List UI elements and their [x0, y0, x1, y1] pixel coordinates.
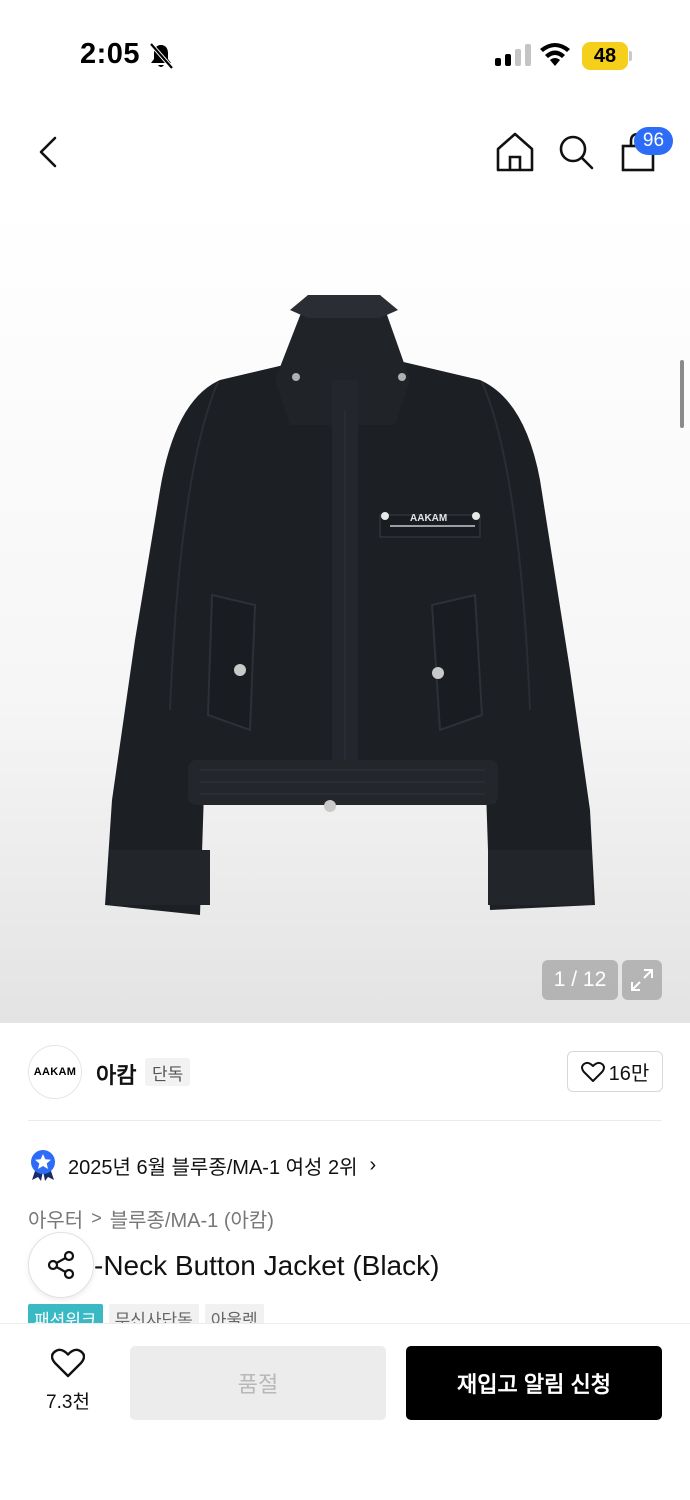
search-icon: [559, 135, 594, 170]
product-image[interactable]: AAKAM: [100, 290, 600, 920]
heart-icon: [580, 1061, 605, 1082]
product-title-text: -Neck Button Jacket (Black): [94, 1250, 440, 1281]
top-nav: [0, 110, 690, 200]
brand-logo[interactable]: AAKAM: [28, 1045, 82, 1099]
wishlist-button[interactable]: 7.3천: [32, 1348, 104, 1414]
image-page-indicator: 1 / 12: [542, 960, 618, 1000]
back-button[interactable]: [28, 130, 68, 174]
signal-icon: [495, 44, 531, 66]
wifi-icon: [540, 43, 570, 66]
ranking-link[interactable]: 2025년 6월 블루종/MA-1 여성 2위 ›: [28, 1148, 376, 1182]
search-button[interactable]: [556, 130, 596, 174]
breadcrumb: 아우터 > 블루종/MA-1 (아캄): [28, 1204, 274, 1233]
ranking-text: 2025년 6월 블루종/MA-1 여성 2위: [68, 1156, 358, 1179]
scroll-thumb[interactable]: [680, 360, 684, 428]
brand-like-button[interactable]: 16만: [567, 1051, 663, 1092]
battery-tip: [629, 51, 632, 61]
ranking-medal-icon: [31, 1150, 55, 1181]
expand-icon: [631, 969, 653, 991]
back-icon: [39, 136, 57, 168]
brand-name[interactable]: 아캄: [96, 1058, 136, 1090]
breadcrumb-item-outer[interactable]: 아우터: [28, 1204, 83, 1233]
brand-exclusive-badge: 단독: [145, 1058, 191, 1086]
status-bar: 2:05 48: [0, 0, 690, 110]
divider: [28, 1120, 662, 1121]
wishlist-count: 7.3천: [46, 1392, 90, 1413]
breadcrumb-item-category[interactable]: 블루종/MA-1 (아캄): [110, 1204, 274, 1233]
share-icon: [47, 1250, 75, 1280]
chevron-right-icon: ›: [369, 1153, 377, 1176]
cart-count-badge: 96: [634, 127, 673, 155]
breadcrumb-separator: >: [91, 1207, 102, 1228]
restock-alert-button[interactable]: 재입고 알림 신청: [406, 1346, 662, 1420]
bell-off-icon: [149, 42, 174, 70]
soldout-button: 품절: [130, 1346, 386, 1420]
battery-level: 48: [593, 44, 617, 67]
product-title: -Neck Button Jacket (Black): [28, 1250, 668, 1282]
product-image-gallery[interactable]: AAKAM 1 / 12: [0, 200, 690, 1023]
brand-like-count: 16만: [608, 1063, 650, 1085]
brand-logo-text: AAKAM: [33, 1066, 77, 1078]
expand-image-button[interactable]: [622, 960, 662, 1000]
status-time: 2:05: [80, 38, 141, 70]
home-button[interactable]: [494, 130, 536, 174]
share-button[interactable]: [28, 1232, 94, 1298]
battery-icon: 48: [582, 42, 628, 70]
heart-icon: [51, 1348, 85, 1378]
jacket-brand-print: AAKAM: [410, 513, 447, 524]
home-icon: [496, 132, 534, 172]
